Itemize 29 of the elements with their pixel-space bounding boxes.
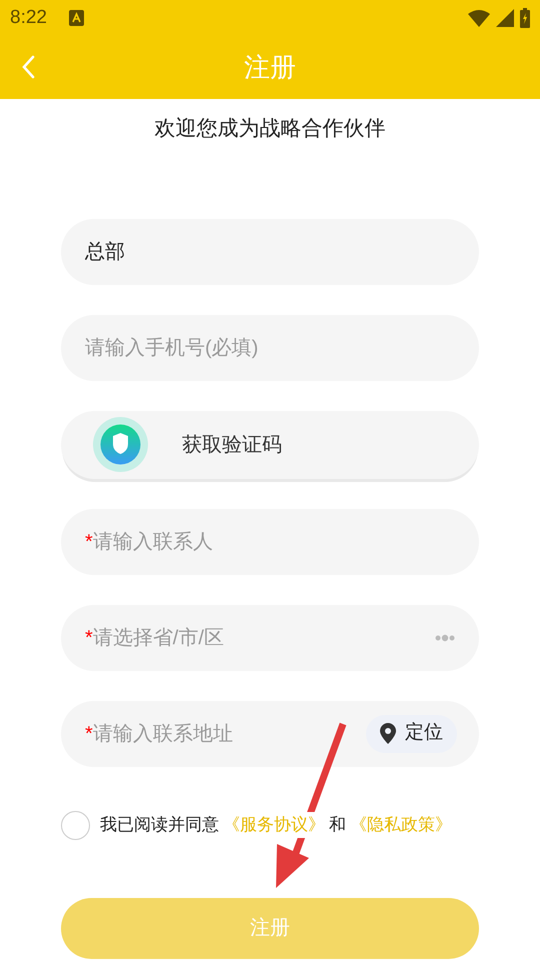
more-icon — [435, 634, 455, 642]
agreement-text: 和 — [329, 814, 346, 836]
text-input[interactable]: 总部 — [85, 236, 455, 266]
text-input[interactable]: 请输入联系地址 — [92, 718, 366, 748]
notification-icon — [68, 10, 84, 26]
agreement-text: 我已阅读并同意 — [100, 814, 219, 836]
required-mark: * — [85, 626, 93, 650]
wifi-icon — [468, 9, 490, 27]
input-field[interactable]: *请输入联系人 — [61, 508, 479, 574]
address-field[interactable]: *请输入联系地址 定位 — [61, 700, 479, 766]
status-time: 8:22 — [10, 6, 47, 30]
back-icon — [21, 55, 35, 79]
agree-checkbox[interactable] — [61, 810, 90, 840]
text-input[interactable]: 请选择省/市/区 — [92, 622, 435, 652]
text-input[interactable]: 请输入手机号(必填) — [85, 332, 455, 362]
page-title: 注册 — [244, 51, 296, 84]
region-select-field[interactable]: *请选择省/市/区 — [61, 604, 479, 670]
required-mark: * — [85, 530, 93, 554]
locate-button[interactable]: 定位 — [366, 714, 457, 752]
get-code-button[interactable]: 获取验证码 — [61, 410, 479, 478]
input-field[interactable]: 请输入手机号(必填) — [61, 314, 479, 380]
input-field[interactable]: 总部 — [61, 218, 479, 284]
welcome-text: 欢迎您成为战略合作伙伴 — [154, 116, 386, 142]
required-mark: * — [85, 722, 93, 746]
signal-icon — [496, 9, 514, 27]
location-pin-icon — [380, 723, 396, 744]
battery-icon — [520, 8, 530, 28]
shield-icon — [93, 417, 148, 472]
text-input[interactable]: 请输入联系人 — [92, 526, 455, 556]
